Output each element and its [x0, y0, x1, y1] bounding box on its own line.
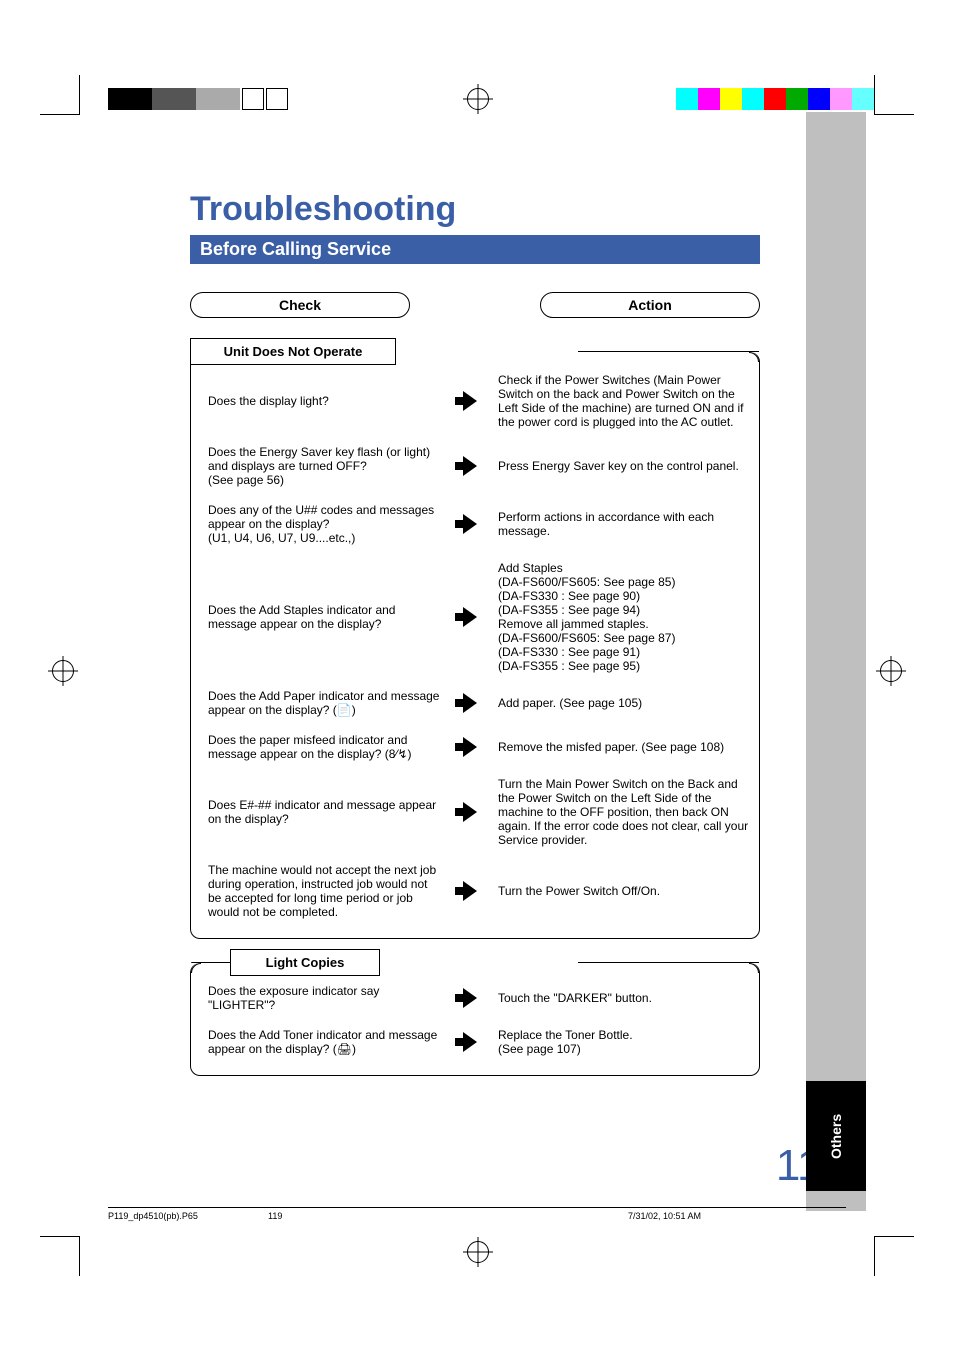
registration-mark-icon — [467, 1241, 489, 1263]
arrow-right-icon — [463, 391, 477, 411]
action-text: Perform actions in accordance with each … — [490, 510, 750, 538]
section-heading: Before Calling Service — [190, 235, 760, 264]
troubleshoot-row: Does the paper misfeed indicator and mes… — [190, 725, 760, 769]
arrow-right-icon — [463, 693, 477, 713]
troubleshoot-row: Does the exposure indicator say "LIGHTER… — [190, 976, 760, 1020]
check-text: Does the paper misfeed indicator and mes… — [208, 733, 450, 761]
footer-file: P119_dp4510(pb).P65 — [108, 1211, 268, 1221]
arrow-right-icon — [463, 802, 477, 822]
check-text: Does the Add Toner indicator and message… — [208, 1028, 450, 1056]
action-header: Action — [540, 292, 760, 318]
troubleshoot-row: Does the Energy Saver key flash (or ligh… — [190, 437, 760, 495]
page: Troubleshooting Before Calling Service C… — [0, 0, 954, 1351]
troubleshoot-row: Does the Add Paper indicator and message… — [190, 681, 760, 725]
footer: P119_dp4510(pb).P65 119 7/31/02, 10:51 A… — [108, 1207, 846, 1221]
check-text: Does the exposure indicator say "LIGHTER… — [208, 984, 450, 1012]
content-area: Troubleshooting Before Calling Service C… — [190, 190, 760, 1086]
category-title: Light Copies — [230, 949, 380, 976]
action-text: Turn the Power Switch Off/On. — [490, 884, 750, 898]
check-text: Does the Add Paper indicator and message… — [208, 689, 450, 717]
check-text: The machine would not accept the next jo… — [208, 863, 450, 919]
troubleshoot-row: The machine would not accept the next jo… — [190, 855, 760, 927]
arrow-right-icon — [463, 456, 477, 476]
action-text: Turn the Main Power Switch on the Back a… — [490, 777, 750, 847]
action-text: Check if the Power Switches (Main Power … — [490, 373, 750, 429]
check-text: Does the display light? — [208, 394, 450, 408]
crop-mark — [874, 1236, 914, 1276]
troubleshoot-row: Does the Add Staples indicator and messa… — [190, 553, 760, 681]
action-text: Replace the Toner Bottle. (See page 107) — [490, 1028, 750, 1056]
check-text: Does E#-## indicator and message appear … — [208, 798, 450, 826]
action-text: Touch the "DARKER" button. — [490, 991, 750, 1005]
arrow-right-icon — [463, 737, 477, 757]
check-text: Does the Energy Saver key flash (or ligh… — [208, 445, 450, 487]
troubleshoot-row: Does the display light? Check if the Pow… — [190, 365, 760, 437]
troubleshoot-category: Unit Does Not Operate Does the display l… — [190, 338, 760, 939]
registration-mark-icon — [880, 660, 902, 682]
category-title: Unit Does Not Operate — [190, 338, 396, 365]
troubleshoot-row: Does the Add Toner indicator and message… — [190, 1020, 760, 1064]
side-tab: Others — [806, 1081, 866, 1191]
arrow-right-icon — [463, 988, 477, 1008]
page-edge-band — [806, 112, 866, 1211]
action-text: Press Energy Saver key on the control pa… — [490, 459, 750, 473]
action-text: Add paper. (See page 105) — [490, 696, 750, 710]
action-text: Add Staples (DA-FS600/FS605: See page 85… — [490, 561, 750, 673]
arrow-right-icon — [463, 881, 477, 901]
troubleshoot-row: Does any of the U## codes and messages a… — [190, 495, 760, 553]
color-bar — [0, 88, 954, 112]
column-headers: Check Action — [190, 292, 760, 318]
check-text: Does the Add Staples indicator and messa… — [208, 603, 450, 631]
check-header: Check — [190, 292, 410, 318]
arrow-right-icon — [463, 514, 477, 534]
arrow-right-icon — [463, 1032, 477, 1052]
crop-mark — [40, 1236, 80, 1276]
page-title: Troubleshooting — [190, 190, 760, 229]
arrow-right-icon — [463, 607, 477, 627]
footer-date: 7/31/02, 10:51 AM — [548, 1211, 846, 1221]
troubleshoot-row: Does E#-## indicator and message appear … — [190, 769, 760, 855]
check-text: Does any of the U## codes and messages a… — [208, 503, 450, 545]
footer-page: 119 — [268, 1211, 548, 1221]
troubleshoot-category: Light Copies Does the exposure indicator… — [190, 949, 760, 1076]
action-text: Remove the misfed paper. (See page 108) — [490, 740, 750, 754]
registration-mark-icon — [52, 660, 74, 682]
